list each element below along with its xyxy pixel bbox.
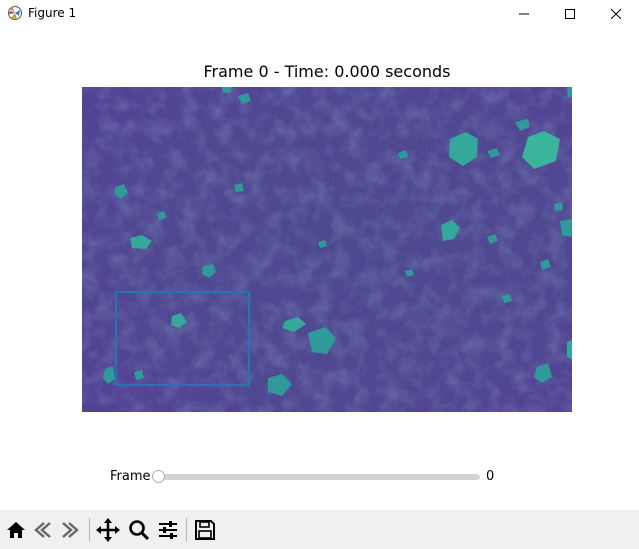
slider-label: Frame bbox=[110, 469, 151, 484]
forward-button[interactable] bbox=[58, 518, 82, 542]
home-icon bbox=[5, 519, 27, 541]
configure-subplots-button[interactable] bbox=[156, 518, 180, 542]
minimize-button[interactable] bbox=[501, 0, 547, 28]
slider-value: 0 bbox=[486, 469, 495, 484]
frame-slider-handle[interactable] bbox=[151, 470, 165, 483]
title-bar: Figure 1 bbox=[0, 0, 639, 28]
toolbar-separator bbox=[186, 518, 187, 542]
figure-window: Figure 1 Frame 0 - Time: 0.000 seconds F… bbox=[0, 0, 639, 549]
back-button[interactable] bbox=[31, 518, 55, 542]
zoom-button[interactable] bbox=[127, 518, 151, 542]
toolbar-separator bbox=[89, 518, 90, 542]
microscopy-image[interactable] bbox=[82, 87, 572, 412]
forward-arrow-icon bbox=[59, 519, 81, 541]
zoom-icon bbox=[128, 519, 150, 541]
close-button[interactable] bbox=[593, 0, 639, 28]
navigation-toolbar bbox=[0, 510, 639, 549]
save-icon bbox=[194, 519, 216, 541]
figure-title: Frame 0 - Time: 0.000 seconds bbox=[203, 62, 451, 81]
back-arrow-icon bbox=[32, 519, 54, 541]
sliders-icon bbox=[157, 519, 179, 541]
pan-button[interactable] bbox=[96, 518, 120, 542]
frame-slider-track[interactable] bbox=[158, 474, 480, 480]
home-button[interactable] bbox=[4, 518, 28, 542]
move-icon bbox=[96, 518, 120, 542]
close-icon bbox=[611, 9, 621, 19]
save-button[interactable] bbox=[193, 518, 217, 542]
window-title: Figure 1 bbox=[28, 6, 77, 20]
particle bbox=[567, 340, 572, 359]
maximize-button[interactable] bbox=[547, 0, 593, 28]
image-noise bbox=[82, 87, 572, 412]
minimize-icon bbox=[519, 9, 529, 19]
maximize-icon bbox=[565, 9, 575, 19]
matplotlib-icon bbox=[7, 5, 23, 21]
